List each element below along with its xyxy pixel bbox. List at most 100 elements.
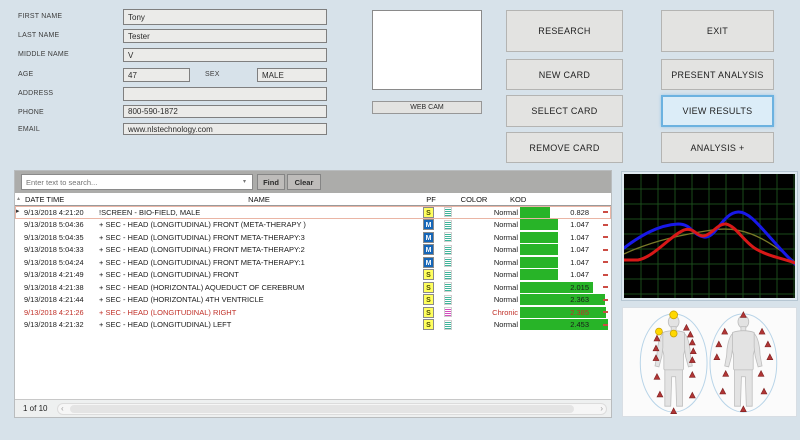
sort-icon: ▴ — [17, 195, 20, 202]
row-marker-dash — [603, 274, 608, 276]
pf-badge: S — [423, 207, 434, 218]
row-name: + SEC - HEAD (LONGITUDINAL) FRONT — [99, 270, 417, 279]
analysis-plus-button[interactable]: ANALYSIS + — [661, 132, 774, 163]
table-row[interactable]: ▸ 9/13/2018 4:21:20 !SCREEN - BIO-FIELD,… — [15, 206, 611, 219]
row-marker-dash — [603, 311, 608, 313]
research-button[interactable]: RESEARCH — [506, 10, 623, 52]
table-row[interactable]: 9/13/2018 4:21:32 + SEC - HEAD (LONGITUD… — [15, 319, 611, 332]
find-button[interactable]: Find — [257, 174, 285, 190]
phone-field[interactable] — [123, 105, 327, 118]
scroll-right-icon[interactable]: › — [600, 404, 603, 414]
clear-button[interactable]: Clear — [287, 174, 321, 190]
table-row[interactable]: 9/13/2018 5:04:36 + SEC - HEAD (LONGITUD… — [15, 219, 611, 232]
row-indicator-icon: ▸ — [16, 207, 20, 215]
row-date-time: 9/13/2018 5:04:33 — [24, 245, 104, 254]
webcam-preview — [372, 10, 482, 90]
color-chip-icon — [444, 232, 452, 242]
grid-pager: 1 of 10 ‹ › — [15, 399, 611, 417]
row-status: Normal — [455, 220, 518, 229]
view-results-button[interactable]: VIEW RESULTS — [661, 95, 774, 127]
results-grid: ▾ Find Clear ▴ DATE TIME NAME PF COLOR K… — [14, 170, 612, 418]
address-label: ADDRESS — [18, 90, 53, 97]
row-status: Normal — [455, 208, 518, 217]
present-analysis-button[interactable]: PRESENT ANALYSIS — [661, 59, 774, 90]
row-name: !SCREEN - BIO-FIELD, MALE — [99, 208, 417, 217]
body-figure-back — [725, 315, 762, 406]
pf-badge: M — [423, 219, 434, 230]
row-marker-dash — [603, 324, 608, 326]
first-name-label: FIRST NAME — [18, 13, 62, 20]
table-row[interactable]: 9/13/2018 5:04:24 + SEC - HEAD (LONGITUD… — [15, 256, 611, 269]
email-label: EMAIL — [18, 126, 40, 133]
grid-search-bar: ▾ Find Clear — [15, 171, 611, 193]
table-row[interactable]: 9/13/2018 4:21:49 + SEC - HEAD (LONGITUD… — [15, 269, 611, 282]
kod-value: 1.047 — [545, 245, 589, 254]
age-label: AGE — [18, 71, 33, 78]
kod-value: 1.047 — [545, 233, 589, 242]
color-chip-icon — [444, 245, 452, 255]
color-chip-icon — [444, 207, 452, 217]
table-row[interactable]: 9/13/2018 5:04:33 + SEC - HEAD (LONGITUD… — [15, 244, 611, 257]
row-marker-dash — [603, 211, 608, 213]
color-chip-icon — [444, 257, 452, 267]
pf-badge: M — [423, 232, 434, 243]
column-header-kod[interactable]: KOD — [510, 195, 526, 204]
pf-badge: S — [423, 294, 434, 305]
table-row[interactable]: 9/13/2018 5:04:35 + SEC - HEAD (LONGITUD… — [15, 231, 611, 244]
color-chip-icon — [444, 270, 452, 280]
row-date-time: 9/13/2018 4:21:38 — [24, 283, 104, 292]
row-name: + SEC - HEAD (LONGITUDINAL) LEFT — [99, 320, 417, 329]
row-date-time: 9/13/2018 5:04:24 — [24, 258, 104, 267]
row-name: + SEC - HEAD (LONGITUDINAL) FRONT META-T… — [99, 233, 417, 242]
kod-value: 1.047 — [545, 258, 589, 267]
column-header-pf[interactable]: PF — [418, 195, 444, 204]
row-marker-dash — [603, 286, 608, 288]
color-chip-icon — [444, 220, 452, 230]
remove-card-button[interactable]: REMOVE CARD — [506, 132, 623, 163]
table-row[interactable]: 9/13/2018 4:21:44 + SEC - HEAD (HORIZONT… — [15, 294, 611, 307]
color-chip-icon — [444, 295, 452, 305]
color-chip-icon — [444, 282, 452, 292]
row-date-time: 9/13/2018 4:21:20 — [24, 208, 104, 217]
row-date-time: 9/13/2018 4:21:32 — [24, 320, 104, 329]
address-field[interactable] — [123, 87, 327, 101]
grid-rows: ▸ 9/13/2018 4:21:20 !SCREEN - BIO-FIELD,… — [15, 206, 611, 331]
kod-value: 2.453 — [545, 320, 589, 329]
column-header-color[interactable]: COLOR — [449, 195, 499, 204]
row-name: + SEC - HEAD (LONGITUDINAL) RIGHT — [99, 308, 417, 317]
select-card-button[interactable]: SELECT CARD — [506, 95, 623, 127]
body-map-panel — [622, 307, 797, 417]
scroll-left-icon[interactable]: ‹ — [61, 404, 64, 414]
age-field[interactable] — [123, 68, 190, 82]
pf-badge: S — [423, 319, 434, 330]
row-marker-dash — [603, 224, 608, 226]
table-row[interactable]: 9/13/2018 4:21:26 + SEC - HEAD (LONGITUD… — [15, 306, 611, 319]
row-status: Normal — [455, 295, 518, 304]
patient-analysis-window: FIRST NAME LAST NAME MIDDLE NAME AGE SEX… — [0, 0, 800, 440]
pf-badge: M — [423, 257, 434, 268]
search-input[interactable] — [21, 174, 253, 190]
row-status: Chronic — [455, 308, 518, 317]
column-header-date-time[interactable]: DATE TIME — [25, 195, 64, 204]
web-cam-button[interactable]: WEB CAM — [372, 101, 482, 114]
exit-button[interactable]: EXIT — [661, 10, 774, 52]
first-name-field[interactable] — [123, 9, 327, 25]
last-name-field[interactable] — [123, 29, 327, 43]
phone-label: PHONE — [18, 109, 44, 116]
body-map-canvas — [623, 308, 796, 416]
email-field[interactable] — [123, 123, 327, 135]
spectrum-chart — [622, 172, 797, 300]
middle-name-field[interactable] — [123, 48, 327, 62]
row-date-time: 9/13/2018 5:04:35 — [24, 233, 104, 242]
scrollbar-thumb[interactable] — [70, 405, 574, 413]
horizontal-scrollbar[interactable]: ‹ › — [57, 403, 607, 415]
new-card-button[interactable]: NEW CARD — [506, 59, 623, 90]
table-row[interactable]: 9/13/2018 4:21:38 + SEC - HEAD (HORIZONT… — [15, 281, 611, 294]
row-status: Normal — [455, 270, 518, 279]
row-status: Normal — [455, 233, 518, 242]
row-date-time: 9/13/2018 4:21:49 — [24, 270, 104, 279]
sex-field[interactable] — [257, 68, 327, 82]
column-header-name[interactable]: NAME — [99, 195, 419, 204]
pf-badge: S — [423, 269, 434, 280]
row-marker-dash — [603, 261, 608, 263]
